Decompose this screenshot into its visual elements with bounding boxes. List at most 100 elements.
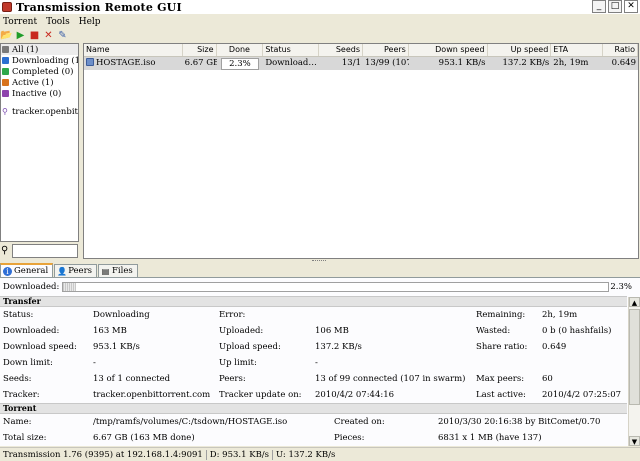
downloaded-row: Downloaded: 2.3% xyxy=(0,278,640,296)
toolbar: 📂 ▶ ■ ✕ ✎ xyxy=(0,29,80,43)
tab-peers[interactable]: 👤 Peers xyxy=(54,264,98,277)
filter-downloading[interactable]: Downloading (1) xyxy=(1,55,78,66)
detail-label: Upload speed: xyxy=(219,342,281,352)
status-upload-speed: U: 137.2 KB/s xyxy=(276,449,336,460)
downloaded-progress-fill xyxy=(63,283,76,291)
scroll-up-arrow-icon[interactable]: ▲ xyxy=(629,297,640,307)
column-eta[interactable]: ETA xyxy=(551,44,604,56)
tab-files[interactable]: ▤ Files xyxy=(98,264,138,277)
column-name[interactable]: Name xyxy=(84,44,183,56)
column-up-speed[interactable]: Up speed xyxy=(488,44,552,56)
filter-downloading-icon xyxy=(2,57,9,64)
search-icon: ⚲ xyxy=(1,244,9,256)
filter-tracker[interactable]: ⚲ tracker.openbittorrent.com xyxy=(1,106,78,117)
detail-label: Tracker: xyxy=(3,390,40,400)
torrent-ratio: 0.649 xyxy=(611,58,636,68)
column-ratio[interactable]: Ratio xyxy=(603,44,638,56)
filter-label: All (1) xyxy=(12,44,39,55)
menu-tools[interactable]: Tools xyxy=(43,17,76,27)
menu-help[interactable]: Help xyxy=(76,17,107,27)
detail-label: Wasted: xyxy=(476,326,511,336)
column-size[interactable]: Size xyxy=(183,44,217,56)
detail-label: Share ratio: xyxy=(476,342,528,352)
torrent-grid: Name: /tmp/ramfs/volumes/C:/tsdown/HOSTAG… xyxy=(0,414,627,446)
status-bar: Transmission 1.76 (9395) at 192.168.1.4:… xyxy=(0,447,640,461)
torrent-done: 2.3% xyxy=(220,58,260,70)
detail-value: 953.1 KB/s xyxy=(93,342,140,352)
torrent-row[interactable]: HOSTAGE.iso 6.67 GB 2.3% Downloading 13/… xyxy=(84,57,638,70)
folder-open-icon[interactable]: 📂 xyxy=(0,31,12,42)
close-button[interactable]: ✕ xyxy=(624,0,638,13)
menu-torrent[interactable]: Torrent xyxy=(0,17,43,27)
scroll-down-arrow-icon[interactable]: ▼ xyxy=(629,436,640,446)
detail-label: Total size: xyxy=(3,433,47,443)
downloaded-percent: 2.3% xyxy=(610,282,632,292)
general-details: Downloaded: 2.3% Transfer Status: Downloa… xyxy=(0,278,640,446)
filter-label: Inactive (0) xyxy=(12,88,62,99)
app-icon xyxy=(2,2,12,12)
filter-search-row: ⚲ xyxy=(0,242,79,259)
filter-active[interactable]: Active (1) xyxy=(1,77,78,88)
detail-label: Last active: xyxy=(476,390,526,400)
column-status[interactable]: Status xyxy=(263,44,320,56)
torrent-section-header: Torrent xyxy=(0,403,627,414)
detail-value: 6.67 GB (163 MB done) xyxy=(93,433,195,443)
torrent-down-speed: 953.1 KB/s xyxy=(438,58,486,68)
detail-value: 106 MB xyxy=(315,326,349,336)
detail-value: 2010/3/30 20:16:38 by BitComet/0.70 xyxy=(438,417,601,427)
filter-label: Completed (0) xyxy=(12,66,74,77)
status-download-speed: D: 953.1 KB/s xyxy=(207,449,274,460)
filter-inactive[interactable]: Inactive (0) xyxy=(1,88,78,99)
scroll-thumb[interactable] xyxy=(629,309,640,405)
detail-label: Status: xyxy=(3,310,34,320)
column-peers[interactable]: Peers xyxy=(363,44,409,56)
info-icon: i xyxy=(3,266,12,276)
torrent-eta: 2h, 19m xyxy=(553,58,589,68)
detail-value: tracker.openbittorrent.com xyxy=(93,390,211,400)
details-tabs: i General 👤 Peers ▤ Files xyxy=(0,263,640,278)
column-down-speed[interactable]: Down speed xyxy=(409,44,488,56)
detail-label: Created on: xyxy=(334,417,385,427)
tab-general[interactable]: i General xyxy=(0,263,54,277)
remove-icon[interactable]: ✕ xyxy=(43,31,54,42)
detail-label: Tracker update on: xyxy=(219,390,302,400)
detail-label: Up limit: xyxy=(219,358,257,368)
detail-value: 2010/4/2 07:25:07 xyxy=(542,390,622,400)
detail-value: 0 b (0 hashfails) xyxy=(542,326,612,336)
detail-label: Download speed: xyxy=(3,342,77,352)
tab-label: Peers xyxy=(68,266,93,276)
detail-value: /tmp/ramfs/volumes/C:/tsdown/HOSTAGE.iso xyxy=(93,417,288,427)
detail-label: Remaining: xyxy=(476,310,526,320)
peers-icon: 👤 xyxy=(57,266,68,276)
details-scrollbar[interactable]: ▲ ▼ xyxy=(628,297,640,446)
filter-all[interactable]: All (1) xyxy=(1,44,78,55)
detail-value: 13 of 1 connected xyxy=(93,374,171,384)
detail-value: 163 MB xyxy=(93,326,127,336)
minimize-button[interactable]: _ xyxy=(592,0,606,13)
detail-label: Name: xyxy=(3,417,32,427)
detail-label: Uploaded: xyxy=(219,326,264,336)
detail-label: Peers: xyxy=(219,374,246,384)
filter-inactive-icon xyxy=(2,90,9,97)
filter-completed-icon xyxy=(2,68,9,75)
column-seeds[interactable]: Seeds xyxy=(319,44,363,56)
column-done[interactable]: Done xyxy=(217,44,264,56)
detail-value: 13 of 99 connected (107 in swarm) xyxy=(315,374,466,384)
detail-label: Max peers: xyxy=(476,374,525,384)
stop-icon[interactable]: ■ xyxy=(29,31,40,42)
downloaded-label: Downloaded: xyxy=(3,282,60,292)
filter-completed[interactable]: Completed (0) xyxy=(1,66,78,77)
torrent-up-speed: 137.2 KB/s xyxy=(502,58,550,68)
downloaded-progress-bar xyxy=(62,282,610,292)
title-bar: Transmission Remote GUI _ □ ✕ xyxy=(0,0,640,14)
properties-icon[interactable]: ✎ xyxy=(57,31,68,42)
torrent-peers: 13/99 (107) xyxy=(364,58,409,68)
detail-value: - xyxy=(315,358,318,368)
transfer-grid: Status: Downloading Error: Remaining: 2h, 19… xyxy=(0,307,627,403)
detail-label: Error: xyxy=(219,310,246,320)
detail-value: Downloading xyxy=(93,310,150,320)
filter-label: tracker.openbittorrent.com xyxy=(12,106,78,117)
start-icon[interactable]: ▶ xyxy=(15,31,26,42)
filter-search-input[interactable] xyxy=(12,243,78,258)
maximize-button[interactable]: □ xyxy=(608,0,622,13)
